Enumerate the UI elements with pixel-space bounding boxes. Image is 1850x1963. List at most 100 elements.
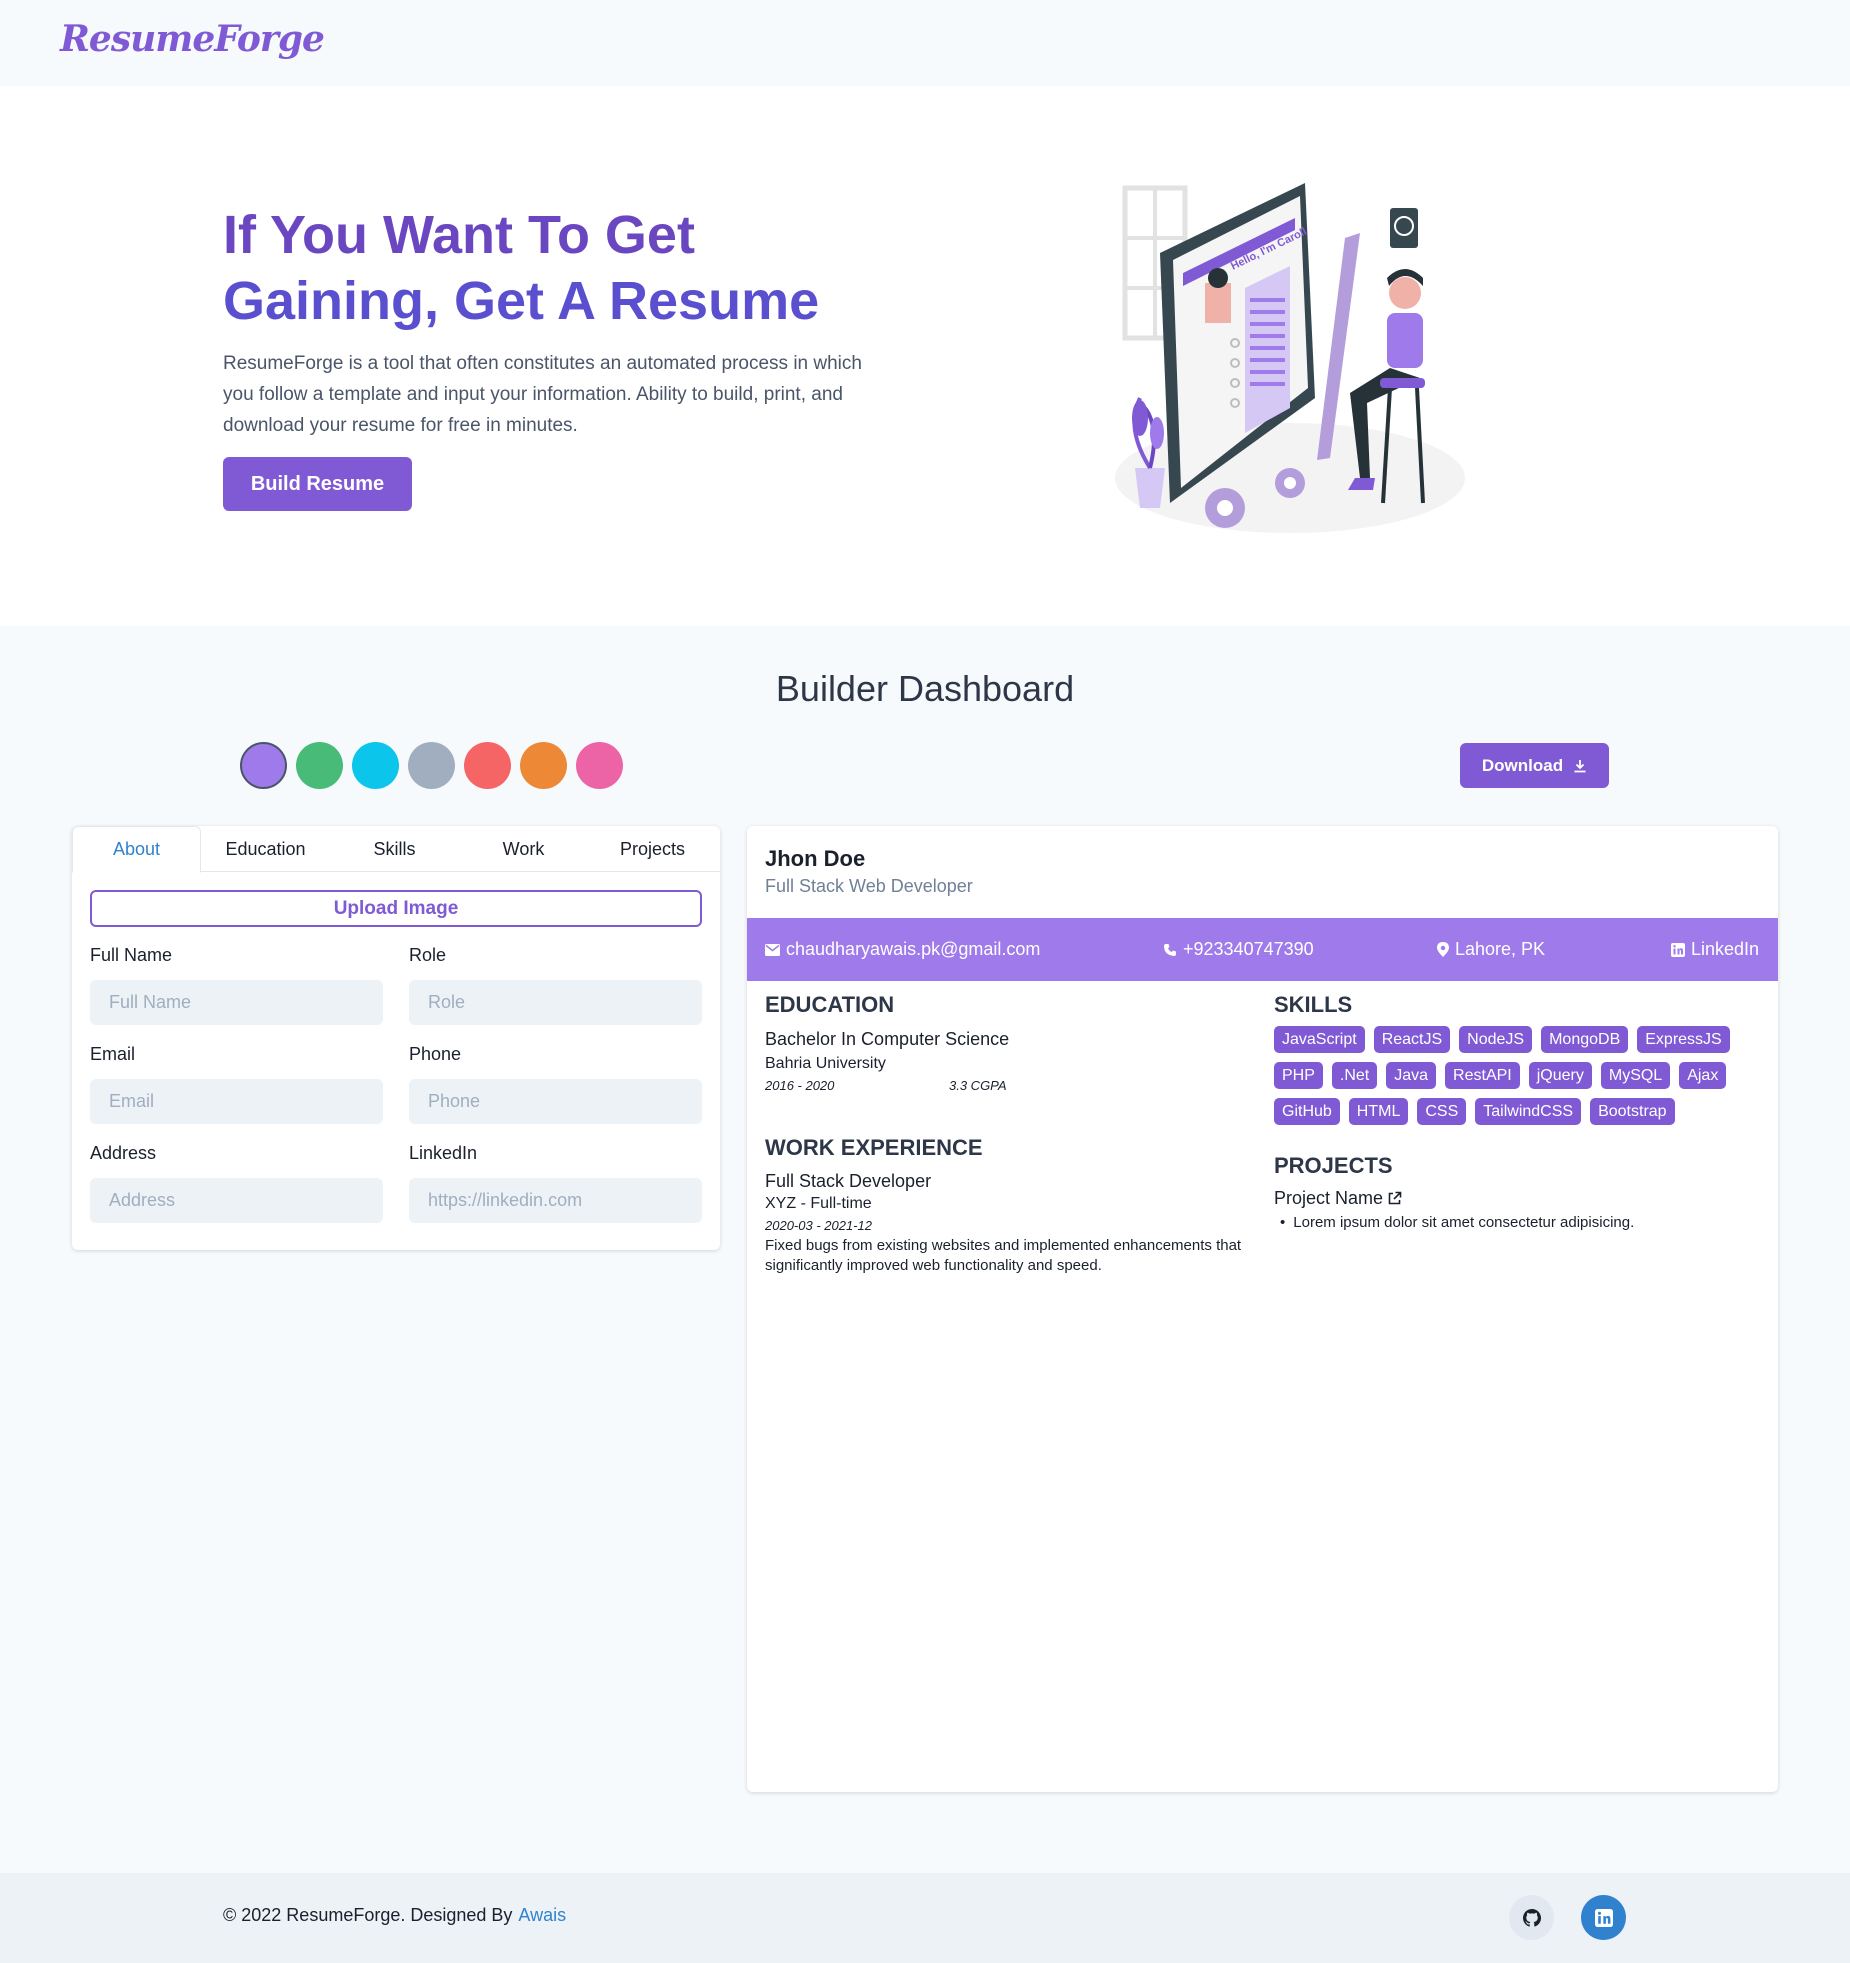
hero-title-line2: Gaining, Get A Resume xyxy=(223,271,820,331)
hero-section: If You Want To Get Gaining, Get A Resume… xyxy=(0,86,1850,626)
tab-about[interactable]: About xyxy=(72,826,201,873)
color-swatch-purple[interactable] xyxy=(240,742,287,789)
contact-phone[interactable]: +923340747390 xyxy=(1163,918,1314,981)
location-pin-icon xyxy=(1437,942,1449,957)
build-resume-button[interactable]: Build Resume xyxy=(223,457,412,511)
github-button[interactable] xyxy=(1509,1895,1554,1940)
full-name-label: Full Name xyxy=(90,945,173,965)
color-swatch-cyan[interactable] xyxy=(352,742,399,789)
skill-tag: CSS xyxy=(1417,1098,1467,1125)
copyright-text: © 2022 ResumeForge. Designed By xyxy=(223,1905,513,1925)
linkedin-icon xyxy=(1594,1908,1613,1927)
contact-email-text: chaudharyawais.pk@gmail.com xyxy=(786,939,1041,959)
project-name[interactable]: Project Name xyxy=(1274,1188,1402,1209)
skill-tag: Ajax xyxy=(1679,1062,1727,1089)
full-name-input[interactable] xyxy=(90,980,383,1025)
skill-tag: GitHub xyxy=(1274,1098,1340,1125)
phone-label: Phone xyxy=(409,1044,462,1064)
builder-dashboard-title: Builder Dashboard xyxy=(775,668,1075,709)
theme-color-picker xyxy=(240,742,623,789)
skill-tag: PHP xyxy=(1274,1062,1323,1089)
project-name-text: Project Name xyxy=(1274,1188,1384,1208)
mail-icon xyxy=(765,943,780,956)
hero-title-line1: If You Want To Get xyxy=(223,205,695,265)
resume-name: Jhon Doe xyxy=(765,846,866,871)
address-label: Address xyxy=(90,1143,157,1163)
skill-tag: Bootstrap xyxy=(1590,1098,1675,1125)
download-button[interactable]: Download xyxy=(1460,743,1609,788)
color-swatch-gray[interactable] xyxy=(408,742,455,789)
role-input[interactable] xyxy=(409,980,702,1025)
contact-phone-text: +923340747390 xyxy=(1183,939,1314,959)
download-icon xyxy=(1574,759,1586,772)
tab-work[interactable]: Work xyxy=(459,826,588,872)
logo[interactable]: ResumeForge xyxy=(60,18,325,60)
projects-heading: PROJECTS xyxy=(1274,1153,1393,1178)
author-link[interactable]: Awais xyxy=(518,1905,566,1925)
external-link-icon xyxy=(1388,1191,1402,1205)
email-label: Email xyxy=(90,1044,136,1064)
work-title: Full Stack Developer xyxy=(765,1171,932,1191)
tab-education[interactable]: Education xyxy=(201,826,330,872)
skill-tag: .Net xyxy=(1331,1062,1378,1089)
github-icon xyxy=(1522,1908,1541,1927)
resume-form-panel: About Education Skills Work Projects Upl… xyxy=(72,826,720,1250)
tab-skills[interactable]: Skills xyxy=(330,826,459,872)
skill-tag: Java xyxy=(1386,1062,1437,1089)
hero-illustration: Hello, I'm Caroll xyxy=(1115,183,1465,533)
skill-tag: jQuery xyxy=(1528,1062,1592,1089)
skill-tag: ReactJS xyxy=(1373,1026,1451,1053)
linkedin-input[interactable] xyxy=(409,1178,702,1223)
download-label: Download xyxy=(1481,755,1564,775)
role-label: Role xyxy=(409,945,447,965)
education-heading: EDUCATION xyxy=(765,992,895,1017)
education-years: 2016 - 2020 xyxy=(765,1078,835,1093)
project-description: • Lorem ipsum dolor sit amet consectetur… xyxy=(1274,1214,1634,1231)
skill-tag: MySQL xyxy=(1600,1062,1671,1089)
footer: © 2022 ResumeForge. Designed By Awais xyxy=(0,1873,1850,1963)
color-swatch-red[interactable] xyxy=(464,742,511,789)
upload-image-button[interactable]: Upload Image xyxy=(90,890,702,927)
skill-tag: RestAPI xyxy=(1445,1062,1520,1089)
contact-linkedin[interactable]: LinkedIn xyxy=(1671,918,1759,981)
skills-heading: SKILLS xyxy=(1274,992,1353,1017)
contact-email[interactable]: chaudharyawais.pk@gmail.com xyxy=(765,918,1040,981)
bullet-icon: • xyxy=(1280,1214,1286,1231)
contact-bar: chaudharyawais.pk@gmail.com +92334074739… xyxy=(747,918,1778,981)
top-navbar: ResumeForge xyxy=(0,0,1850,86)
resume-role: Full Stack Web Developer xyxy=(765,876,973,896)
color-swatch-pink[interactable] xyxy=(576,742,623,789)
contact-location-text: Lahore, PK xyxy=(1455,939,1546,959)
phone-icon xyxy=(1164,943,1176,956)
phone-input[interactable] xyxy=(409,1079,702,1124)
skill-tag: JavaScript xyxy=(1274,1026,1365,1053)
linkedin-label: LinkedIn xyxy=(409,1143,478,1163)
tab-projects[interactable]: Projects xyxy=(588,826,717,872)
skill-tag: TailwindCSS xyxy=(1475,1098,1582,1125)
linkedin-icon xyxy=(1671,942,1685,957)
education-school: Bahria University xyxy=(765,1055,886,1072)
hero-title: If You Want To Get Gaining, Get A Resume xyxy=(223,202,923,334)
work-dates: 2020-03 - 2021-12 xyxy=(765,1218,872,1233)
hero-description: ResumeForge is a tool that often constit… xyxy=(223,353,862,436)
email-input[interactable] xyxy=(90,1079,383,1124)
form-tabs: About Education Skills Work Projects xyxy=(72,826,720,873)
contact-linkedin-text: LinkedIn xyxy=(1691,939,1760,959)
skills-list: JavaScript ReactJS NodeJS MongoDB Expres… xyxy=(1274,1026,1754,1125)
work-experience-heading: WORK EXPERIENCE xyxy=(765,1135,983,1160)
skill-tag: NodeJS xyxy=(1459,1026,1533,1053)
color-swatch-green[interactable] xyxy=(296,742,343,789)
skill-tag: HTML xyxy=(1348,1098,1409,1125)
skill-tag: ExpressJS xyxy=(1637,1026,1730,1053)
copyright: © 2022 ResumeForge. Designed By Awais xyxy=(223,1905,566,1926)
contact-location: Lahore, PK xyxy=(1437,918,1545,981)
education-gpa: 3.3 CGPA xyxy=(949,1078,1007,1093)
address-input[interactable] xyxy=(90,1178,383,1223)
work-description: Fixed bugs from existing websites and im… xyxy=(765,1237,1242,1274)
color-swatch-orange[interactable] xyxy=(520,742,567,789)
education-degree: Bachelor In Computer Science xyxy=(765,1029,1010,1049)
resume-preview: Jhon Doe Full Stack Web Developer chaudh… xyxy=(747,826,1778,1792)
work-company: XYZ - Full-time xyxy=(765,1195,872,1212)
project-description-text: Lorem ipsum dolor sit amet consectetur a… xyxy=(1293,1214,1635,1231)
linkedin-button[interactable] xyxy=(1581,1895,1626,1940)
